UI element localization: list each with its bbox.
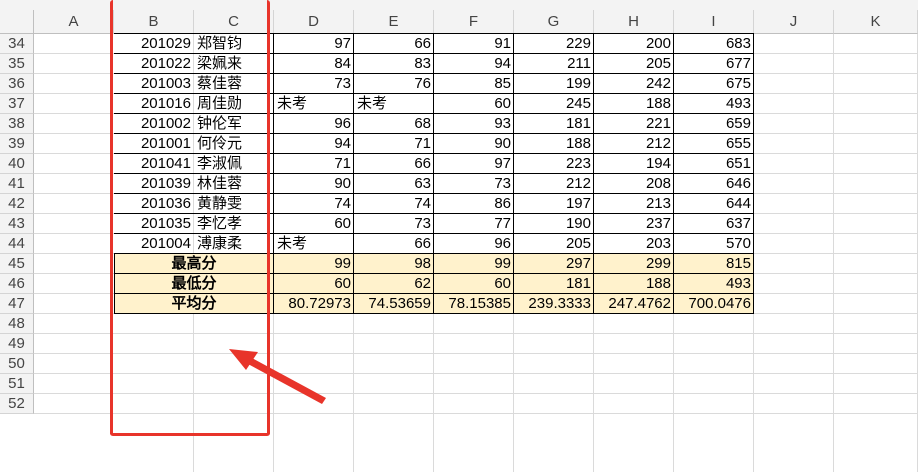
annotation-arrow-icon bbox=[229, 349, 326, 404]
